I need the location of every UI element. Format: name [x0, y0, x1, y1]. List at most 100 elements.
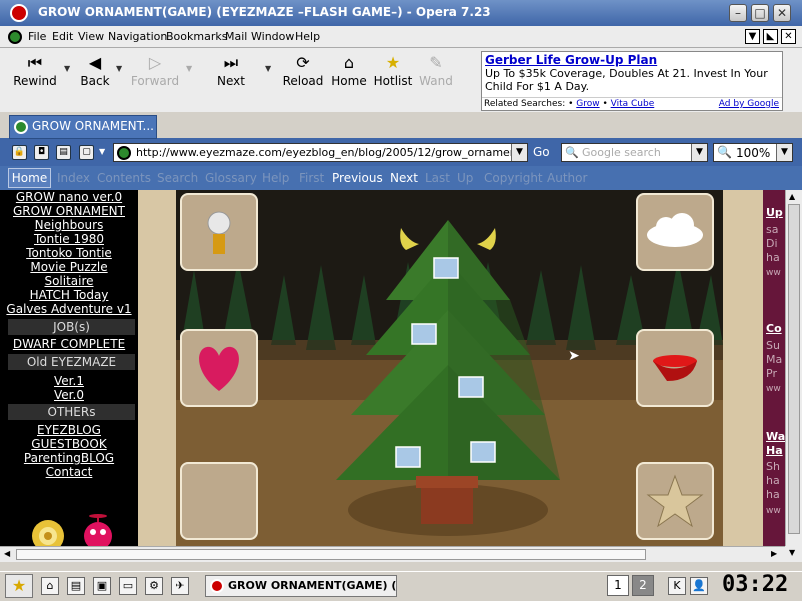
nav-contents[interactable]: Contents — [97, 171, 151, 185]
forward-dropdown[interactable]: ▼ — [186, 64, 192, 73]
nav-previous[interactable]: Previous — [332, 171, 383, 185]
taskbar-window-opera[interactable]: GROW ORNAMENT(GAME) (EY — [205, 575, 397, 597]
restore-page-button[interactable]: ◣ — [763, 29, 778, 44]
menu-edit[interactable]: Edit — [52, 30, 73, 43]
sidebar-link-parentingblog[interactable]: ParentingBLOG — [0, 451, 138, 465]
sidebar-link-galves-adventure[interactable]: Galves Adventure v1 — [0, 302, 138, 316]
nav-glossary[interactable]: Glossary — [205, 171, 257, 185]
documents-icon[interactable]: ▤ — [67, 577, 85, 595]
maximize-button[interactable]: □ — [751, 4, 769, 22]
sidebar-link-tontoko-tontie[interactable]: Tontoko Tontie — [0, 246, 138, 260]
nav-author[interactable]: Author — [547, 171, 587, 185]
zoom-field[interactable]: 🔍 100% ▼ — [713, 143, 793, 162]
start-button[interactable]: ★ — [5, 574, 33, 598]
scroll-right-arrow[interactable]: ▶ — [771, 549, 777, 558]
slot-heart[interactable] — [180, 329, 258, 407]
site-sidebar: GROW nano ver.0 GROW ORNAMENT Neighbours… — [0, 190, 138, 546]
sidebar-link-movie-puzzle[interactable]: Movie Puzzle — [0, 260, 138, 274]
sidebar-link-solitaire[interactable]: Solitaire — [0, 274, 138, 288]
go-button[interactable]: Go — [533, 145, 550, 159]
strip-link-up[interactable]: Up — [766, 206, 783, 219]
related-vitacube-link[interactable]: Vita Cube — [611, 99, 655, 109]
sidebar-link-ver0[interactable]: Ver.0 — [0, 388, 138, 402]
scroll-left-arrow[interactable]: ◀ — [4, 549, 10, 558]
sidebar-link-hatch-today[interactable]: HATCH Today — [0, 288, 138, 302]
slot-lightbulb[interactable] — [180, 193, 258, 271]
back-button[interactable]: ◀ Back — [67, 52, 123, 88]
sidebar-link-neighbours[interactable]: Neighbours — [0, 218, 138, 232]
menu-bookmarks[interactable]: Bookmarks — [166, 30, 227, 43]
menu-navigation[interactable]: Navigation — [108, 30, 167, 43]
next-dropdown[interactable]: ▼ — [265, 64, 271, 73]
slot-ribbon[interactable] — [636, 329, 714, 407]
menu-window[interactable]: Window — [251, 30, 294, 43]
sidebar-link-grow-ornament[interactable]: GROW ORNAMENT — [0, 204, 138, 218]
nav-home[interactable]: Home — [8, 168, 51, 188]
wand-button[interactable]: ✎ Wand — [408, 52, 464, 88]
slot-star[interactable] — [636, 462, 714, 540]
print-icon[interactable]: ▤ — [56, 145, 71, 160]
nav-index[interactable]: Index — [57, 171, 90, 185]
screenshot-icon[interactable]: ◘ — [34, 145, 49, 160]
horizontal-scroll-thumb[interactable] — [16, 549, 646, 560]
config-icon[interactable]: ⚙ — [145, 577, 163, 595]
nav-search[interactable]: Search — [157, 171, 198, 185]
scroll-down-arrow[interactable]: ▼ — [789, 548, 795, 557]
menu-help[interactable]: Help — [295, 30, 320, 43]
flash-game-area[interactable]: ➤ — [176, 190, 723, 546]
nav-copyright[interactable]: Copyright — [484, 171, 543, 185]
security-icon[interactable]: 🔒 — [12, 145, 27, 160]
sidebar-link-ver1[interactable]: Ver.1 — [0, 374, 138, 388]
menu-view[interactable]: View — [78, 30, 104, 43]
strip-link-ha[interactable]: Ha — [766, 444, 783, 457]
sidebar-link-tontie-1980[interactable]: Tontie 1980 — [0, 232, 138, 246]
terminal-icon[interactable]: ▭ — [119, 577, 137, 595]
ad-title-link[interactable]: Gerber Life Grow-Up Plan — [485, 53, 779, 67]
strip-link-wa[interactable]: Wa — [766, 430, 785, 443]
nav-last[interactable]: Last — [425, 171, 450, 185]
strip-link-co[interactable]: Co — [766, 322, 782, 335]
forward-button[interactable]: ▷ Forward — [127, 52, 183, 88]
ad-by-google-link[interactable]: Ad by Google — [719, 99, 779, 109]
address-field[interactable]: http://www.eyezmaze.com/eyezblog_en/blog… — [113, 143, 528, 162]
desktop-1-button[interactable]: 1 — [607, 575, 629, 596]
minimize-button[interactable]: – — [729, 4, 747, 22]
search-engine-dropdown[interactable]: ▼ — [691, 144, 707, 161]
scroll-up-arrow[interactable]: ▲ — [789, 192, 795, 201]
sidebar-link-eyezblog[interactable]: EYEZBLOG — [0, 423, 138, 437]
tab-grow-ornament[interactable]: GROW ORNAMENT... — [9, 115, 157, 139]
sidebar-link-grow-nano[interactable]: GROW nano ver.0 — [0, 190, 138, 204]
nav-next[interactable]: Next — [390, 171, 418, 185]
vertical-scroll-thumb[interactable] — [788, 204, 800, 534]
rewind-button[interactable]: ⏮ Rewind — [7, 52, 63, 88]
menu-mail[interactable]: Mail — [225, 30, 247, 43]
close-page-button[interactable]: ✕ — [781, 29, 796, 44]
klipper-icon[interactable]: K — [668, 577, 686, 595]
sidebar-link-contact[interactable]: Contact — [0, 465, 138, 479]
zoom-dropdown[interactable]: ▼ — [776, 144, 792, 161]
back-dropdown[interactable]: ▼ — [116, 64, 122, 73]
slot-cloud[interactable] — [636, 193, 714, 271]
menu-dropdown-button[interactable]: ▼ — [745, 29, 760, 44]
nav-up[interactable]: Up — [457, 171, 473, 185]
vertical-scrollbar[interactable]: ▲ — [785, 190, 802, 546]
nav-first[interactable]: First — [299, 171, 324, 185]
slot-empty[interactable] — [180, 462, 258, 540]
nav-help[interactable]: Help — [262, 171, 289, 185]
search-field[interactable]: 🔍 Google search ▼ — [561, 143, 708, 162]
browser-icon[interactable]: ✈ — [171, 577, 189, 595]
horizontal-scrollbar[interactable]: ◀ ▶ — [0, 546, 785, 562]
display-icon[interactable]: ▣ — [93, 577, 111, 595]
home-folder-icon[interactable]: ⌂ — [41, 577, 59, 595]
related-grow-link[interactable]: Grow — [576, 99, 599, 109]
next-button[interactable]: ⏭ Next — [203, 52, 259, 88]
desktop-2-button[interactable]: 2 — [632, 575, 654, 596]
page-actions-icon[interactable]: ▢ — [79, 145, 94, 160]
address-dropdown[interactable]: ▼ — [511, 144, 527, 161]
user-icon[interactable]: 👤 — [690, 577, 708, 595]
page-actions-dropdown[interactable]: ▼ — [99, 147, 105, 156]
sidebar-link-guestbook[interactable]: GUESTBOOK — [0, 437, 138, 451]
menu-file[interactable]: File — [28, 30, 46, 43]
close-button[interactable]: ✕ — [773, 4, 791, 22]
sidebar-link-dwarf-complete[interactable]: DWARF COMPLETE — [0, 337, 138, 351]
